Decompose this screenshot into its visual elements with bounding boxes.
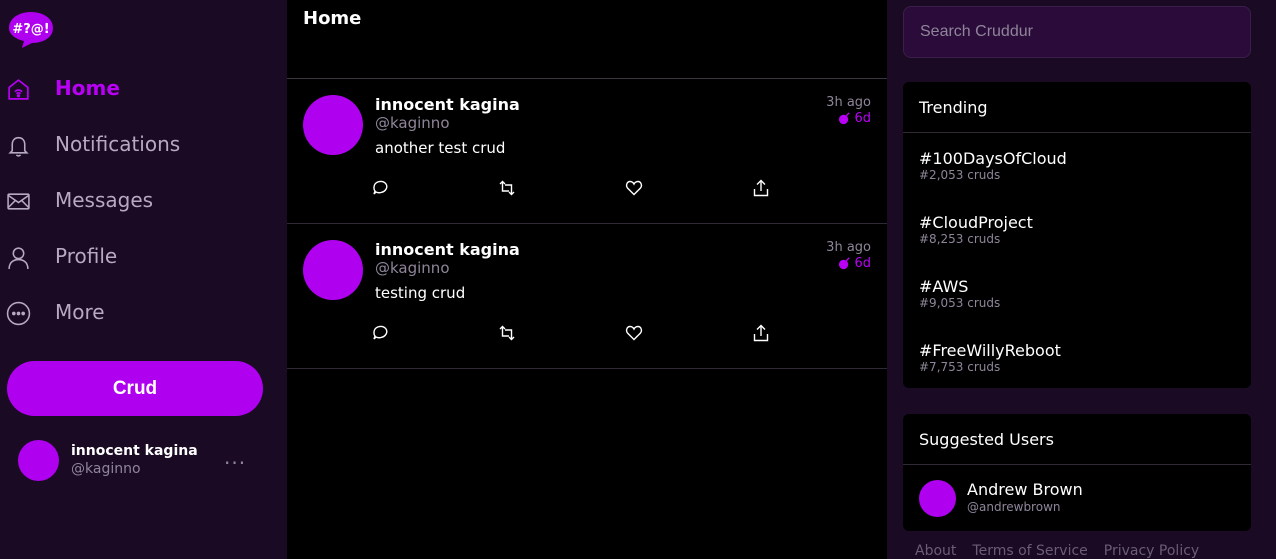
- reply-icon[interactable]: [371, 179, 389, 197]
- post-author-name[interactable]: innocent kagina: [375, 240, 520, 259]
- nav-label-home: Home: [55, 76, 120, 100]
- post[interactable]: innocent kagina @kaginno another test cr…: [287, 79, 887, 224]
- home-icon: [8, 79, 29, 100]
- trending-tag: #CloudProject: [919, 213, 1033, 232]
- person-icon: [8, 247, 29, 270]
- trending-item[interactable]: #100DaysOfCloud #2,053 cruds: [919, 149, 1239, 185]
- post-text: testing crud: [375, 284, 466, 302]
- heart-icon[interactable]: [625, 324, 643, 342]
- crud-button[interactable]: Crud: [7, 361, 263, 416]
- trending-item[interactable]: #AWS #9,053 cruds: [919, 277, 1239, 313]
- nav-item-home[interactable]: Home: [0, 71, 280, 107]
- page-title: Home: [303, 8, 362, 29]
- feed: Home innocent kagina @kaginno another te…: [287, 0, 887, 559]
- post-expiry-text: 6d: [854, 256, 871, 271]
- trending-item[interactable]: #CloudProject #8,253 cruds: [919, 213, 1239, 249]
- divider: [903, 132, 1251, 133]
- suggested-user-name[interactable]: Andrew Brown: [967, 480, 1083, 499]
- share-icon[interactable]: [752, 179, 770, 197]
- avatar[interactable]: [919, 480, 956, 517]
- nav-item-notifications[interactable]: Notifications: [0, 127, 280, 163]
- avatar[interactable]: [18, 440, 59, 481]
- trending-panel: Trending #100DaysOfCloud #2,053 cruds #C…: [903, 82, 1251, 388]
- trending-tag: #AWS: [919, 277, 969, 296]
- trending-count: #9,053 cruds: [919, 296, 1001, 310]
- post[interactable]: innocent kagina @kaginno testing crud 3h…: [287, 224, 887, 369]
- more-options-icon[interactable]: ...: [224, 445, 246, 469]
- nav-label-more: More: [55, 300, 105, 324]
- divider: [903, 464, 1251, 465]
- suggested-user-handle[interactable]: @andrewbrown: [967, 500, 1061, 514]
- post-author-handle[interactable]: @kaginno: [375, 114, 450, 132]
- post-expiry: 6d: [838, 111, 871, 126]
- footer-link-terms[interactable]: Terms of Service: [972, 543, 1087, 559]
- reply-icon[interactable]: [371, 324, 389, 342]
- post-expiry: 6d: [838, 256, 871, 271]
- post-avatar[interactable]: [303, 240, 363, 300]
- bomb-icon: [839, 112, 851, 125]
- bell-icon: [8, 136, 29, 157]
- nav-item-more[interactable]: More: [0, 295, 280, 331]
- repost-icon[interactable]: [498, 179, 516, 197]
- post-author-handle[interactable]: @kaginno: [375, 259, 450, 277]
- search-input[interactable]: [903, 6, 1251, 58]
- right-column: Trending #100DaysOfCloud #2,053 cruds #C…: [887, 0, 1276, 559]
- post-actions: [371, 324, 771, 346]
- logo-text: #?@!: [12, 22, 49, 37]
- footer-link-about[interactable]: About: [915, 543, 956, 559]
- suggested-users-panel: Suggested Users Andrew Brown @andrewbrow…: [903, 414, 1251, 531]
- post-text: another test crud: [375, 139, 506, 157]
- repost-icon[interactable]: [498, 324, 516, 342]
- more-circle-icon: [6, 301, 31, 326]
- post-time: 3h ago: [826, 240, 871, 255]
- trending-tag: #FreeWillyReboot: [919, 341, 1061, 360]
- footer: About Terms of Service Privacy Policy: [915, 543, 1199, 559]
- nav-label-messages: Messages: [55, 188, 154, 212]
- trending-tag: #100DaysOfCloud: [919, 149, 1067, 168]
- trending-count: #7,753 cruds: [919, 360, 1001, 374]
- bomb-icon: [839, 257, 851, 270]
- nav-label-profile: Profile: [55, 244, 118, 268]
- current-user-handle: @kaginno: [71, 461, 141, 477]
- post-time: 3h ago: [826, 95, 871, 110]
- suggested-users-title: Suggested Users: [919, 430, 1054, 449]
- nav-item-profile[interactable]: Profile: [0, 239, 280, 275]
- trending-title: Trending: [919, 98, 988, 117]
- trending-count: #2,053 cruds: [919, 168, 1001, 182]
- share-icon[interactable]: [752, 324, 770, 342]
- current-user-name: innocent kagina: [71, 443, 198, 459]
- nav-label-notifications: Notifications: [55, 132, 181, 156]
- post-avatar[interactable]: [303, 95, 363, 155]
- sidebar: #?@! Home Notifications Messages Profile…: [0, 0, 287, 559]
- trending-item[interactable]: #FreeWillyReboot #7,753 cruds: [919, 341, 1239, 377]
- trending-count: #8,253 cruds: [919, 232, 1001, 246]
- logo-icon[interactable]: #?@!: [8, 10, 54, 50]
- envelope-icon: [7, 193, 30, 210]
- current-user-card[interactable]: innocent kagina @kaginno ...: [18, 440, 268, 482]
- post-expiry-text: 6d: [854, 111, 871, 126]
- heart-icon[interactable]: [625, 179, 643, 197]
- post-actions: [371, 179, 771, 201]
- post-author-name[interactable]: innocent kagina: [375, 95, 520, 114]
- footer-link-privacy[interactable]: Privacy Policy: [1104, 543, 1199, 559]
- nav-item-messages[interactable]: Messages: [0, 183, 280, 219]
